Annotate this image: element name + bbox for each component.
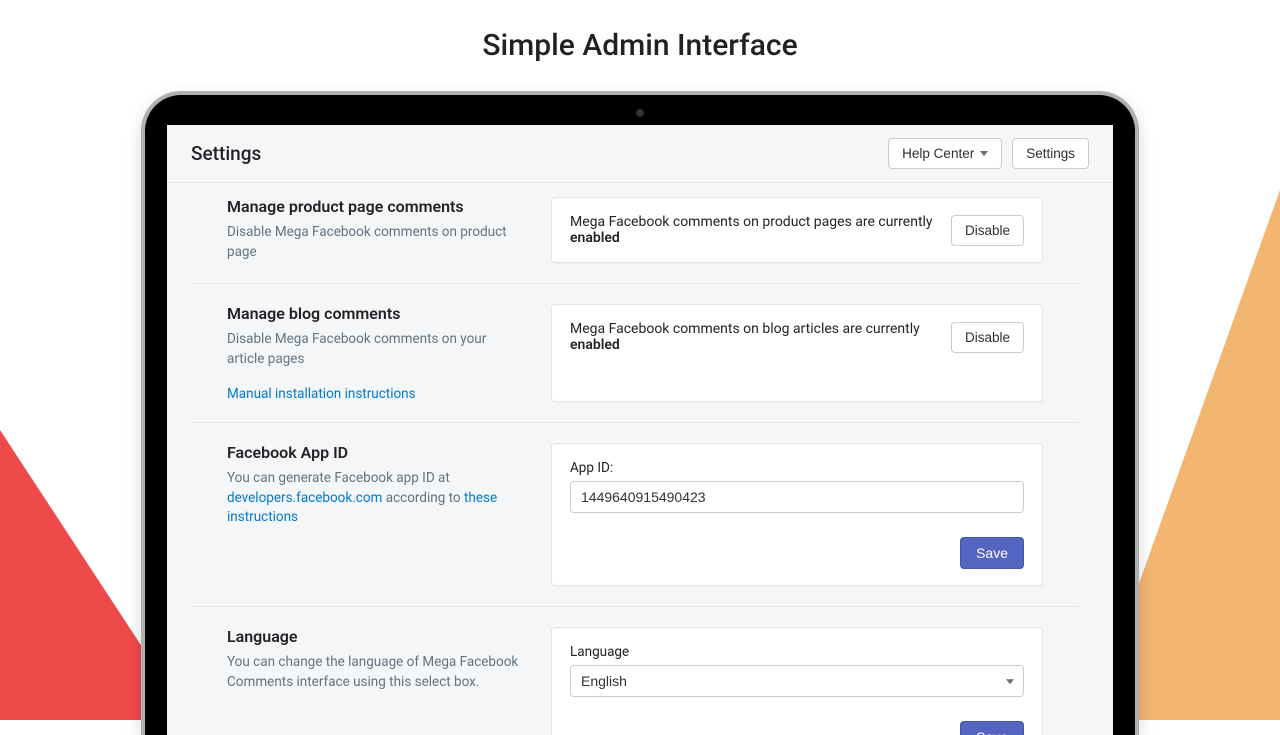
help-center-label: Help Center — [902, 146, 974, 161]
chevron-down-icon — [980, 151, 988, 156]
help-center-button[interactable]: Help Center — [888, 138, 1002, 169]
language-select[interactable]: English — [570, 665, 1024, 697]
section-desc: Disable Mega Facebook comments on your a… — [227, 330, 527, 369]
settings-button[interactable]: Settings — [1012, 138, 1089, 169]
section-language: Language You can change the language of … — [191, 607, 1079, 735]
language-label: Language — [570, 644, 1024, 660]
section-desc: You can change the language of Mega Face… — [227, 653, 527, 692]
app-id-input[interactable] — [570, 481, 1024, 513]
page-heading: Simple Admin Interface — [0, 28, 1280, 63]
section-title: Facebook App ID — [227, 443, 527, 462]
settings-label: Settings — [1026, 146, 1075, 161]
section-product-comments: Manage product page comments Disable Meg… — [191, 177, 1079, 284]
blog-status-text: Mega Facebook comments on blog articles … — [570, 321, 939, 353]
manual-install-link[interactable]: Manual installation instructions — [227, 386, 416, 402]
content-scroll[interactable]: Manage product page comments Disable Meg… — [167, 177, 1103, 735]
topbar-actions: Help Center Settings — [888, 138, 1089, 169]
section-blog-comments: Manage blog comments Disable Mega Facebo… — [191, 284, 1079, 423]
section-desc: You can generate Facebook app ID at deve… — [227, 469, 527, 528]
save-language-button[interactable]: Save — [960, 721, 1024, 735]
app-id-label: App ID: — [570, 460, 1024, 476]
developers-link[interactable]: developers.facebook.com — [227, 490, 382, 506]
section-title: Language — [227, 627, 527, 646]
section-desc: Disable Mega Facebook comments on produc… — [227, 223, 527, 262]
section-title: Manage product page comments — [227, 197, 527, 216]
product-status-text: Mega Facebook comments on product pages … — [570, 214, 939, 246]
page-title: Settings — [191, 142, 261, 165]
topbar: Settings Help Center Settings — [167, 125, 1113, 183]
save-app-id-button[interactable]: Save — [960, 537, 1024, 569]
section-app-id: Facebook App ID You can generate Faceboo… — [191, 423, 1079, 607]
app-screen: Settings Help Center Settings Manage pro… — [167, 125, 1113, 735]
disable-product-button[interactable]: Disable — [951, 215, 1024, 246]
camera-dot — [636, 109, 644, 117]
laptop-frame: Settings Help Center Settings Manage pro… — [145, 95, 1135, 735]
disable-blog-button[interactable]: Disable — [951, 322, 1024, 353]
section-title: Manage blog comments — [227, 304, 527, 323]
